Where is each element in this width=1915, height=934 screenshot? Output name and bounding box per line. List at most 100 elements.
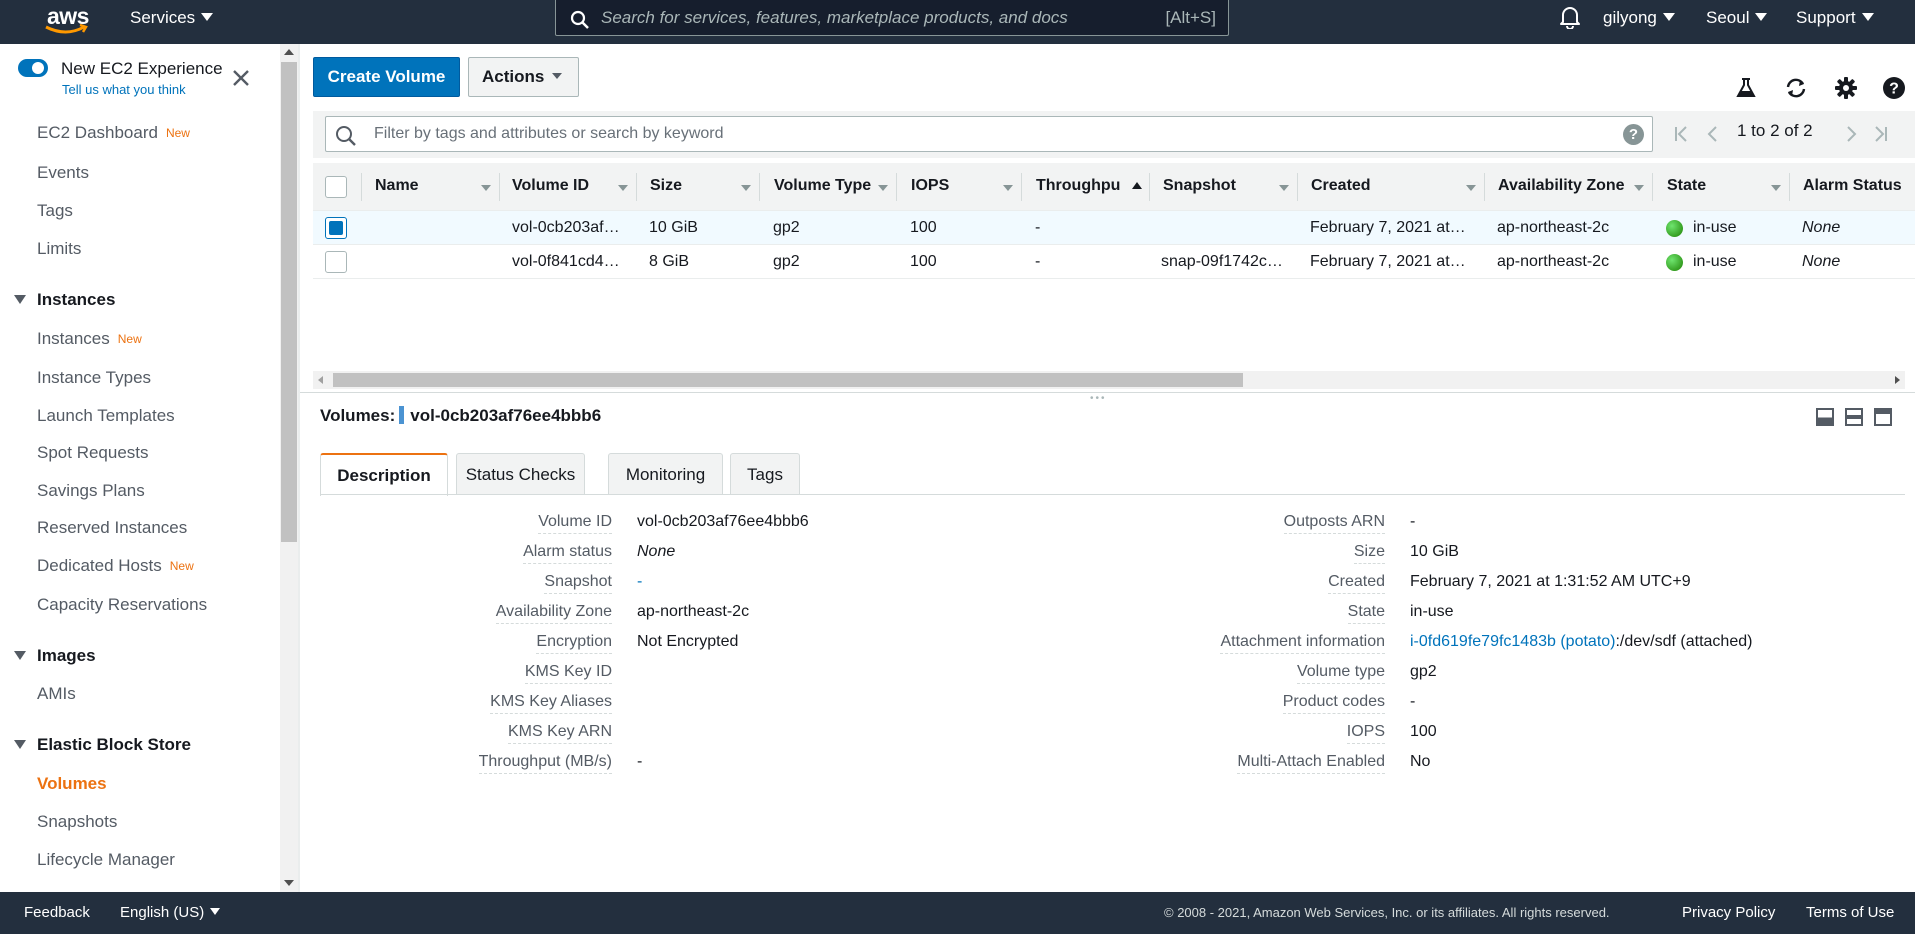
scroll-left-icon[interactable] xyxy=(318,376,323,384)
sort-ascending-icon[interactable] xyxy=(1132,182,1142,189)
sidebar-item-dedicated-hosts[interactable]: Dedicated Hosts New xyxy=(37,556,194,576)
column-header-volume-id[interactable]: Volume ID xyxy=(512,177,612,195)
field-label: State xyxy=(1347,603,1385,624)
column-header-created[interactable]: Created xyxy=(1311,177,1431,195)
column-header-volume-type[interactable]: Volume Type xyxy=(774,177,879,195)
sidebar-item-capacity-reservations[interactable]: Capacity Reservations xyxy=(37,595,207,615)
instance-link[interactable]: i-0fd619fe79fc1483b (potato) xyxy=(1410,633,1615,650)
select-all-checkbox[interactable] xyxy=(325,176,347,198)
next-page-icon[interactable] xyxy=(1840,123,1862,145)
sidebar-item-amis[interactable]: AMIs xyxy=(37,684,76,704)
pane-size-large-icon[interactable] xyxy=(1874,408,1892,426)
first-page-icon[interactable] xyxy=(1671,123,1693,145)
feedback-button[interactable]: Feedback xyxy=(24,904,90,921)
sort-caret-icon[interactable] xyxy=(1003,185,1013,191)
detail-volume-id: vol-0cb203af76ee4bbb6 xyxy=(410,406,602,425)
sort-caret-icon[interactable] xyxy=(878,185,888,191)
cell-size: 10 GiB xyxy=(649,219,698,236)
sidebar-item-savings-plans[interactable]: Savings Plans xyxy=(37,481,145,501)
help-icon[interactable]: ? xyxy=(1882,76,1906,100)
tab-description[interactable]: Description xyxy=(320,453,448,496)
column-header-alarm-status[interactable]: Alarm Status xyxy=(1803,177,1913,195)
sidebar-item-snapshots[interactable]: Snapshots xyxy=(37,812,117,832)
actions-button[interactable]: Actions xyxy=(468,57,579,97)
scrollbar-thumb[interactable] xyxy=(333,373,1243,387)
splitter-handle-icon[interactable]: ••• xyxy=(1090,393,1107,404)
filter-help-icon[interactable]: ? xyxy=(1623,124,1644,145)
sidebar-section-images[interactable]: Images xyxy=(14,646,96,666)
beaker-icon[interactable] xyxy=(1734,76,1758,100)
privacy-policy-link[interactable]: Privacy Policy xyxy=(1682,904,1775,921)
scrollbar-thumb[interactable] xyxy=(281,62,297,542)
close-icon[interactable] xyxy=(229,66,253,90)
field-value: Not Encrypted xyxy=(637,633,739,650)
column-divider xyxy=(1297,173,1298,201)
table-row[interactable]: vol-0f841cd4… 8 GiB gp2 100 - snap-09f17… xyxy=(313,245,1915,279)
row-checkbox[interactable] xyxy=(325,251,347,273)
sidebar-scrollbar[interactable] xyxy=(280,44,298,892)
sidebar-item-reserved-instances[interactable]: Reserved Instances xyxy=(37,518,187,538)
pane-splitter[interactable] xyxy=(300,392,1915,393)
scroll-right-icon[interactable] xyxy=(1895,376,1900,384)
sort-caret-icon[interactable] xyxy=(1634,185,1644,191)
sidebar-divider xyxy=(298,44,300,892)
chevron-down-icon xyxy=(1861,13,1874,21)
sidebar-item-launch-templates[interactable]: Launch Templates xyxy=(37,406,175,426)
column-header-throughput[interactable]: Throughput xyxy=(1036,177,1120,195)
filter-search-input[interactable]: Filter by tags and attributes or search … xyxy=(325,116,1653,152)
new-experience-toggle[interactable] xyxy=(18,59,48,77)
sort-caret-icon[interactable] xyxy=(618,185,628,191)
previous-page-icon[interactable] xyxy=(1702,123,1724,145)
feedback-link[interactable]: Tell us what you think xyxy=(62,82,186,97)
tab-monitoring[interactable]: Monitoring xyxy=(608,453,723,495)
sidebar-section-elastic-block-store[interactable]: Elastic Block Store xyxy=(14,735,191,755)
table-horizontal-scrollbar[interactable] xyxy=(313,371,1905,389)
sidebar-item-volumes[interactable]: Volumes xyxy=(37,774,107,794)
notifications-bell[interactable] xyxy=(1559,5,1581,49)
sidebar-item-events[interactable]: Events xyxy=(37,163,89,183)
sort-caret-icon[interactable] xyxy=(741,185,751,191)
sidebar-item-tags[interactable]: Tags xyxy=(37,201,73,221)
account-menu[interactable]: gilyong xyxy=(1603,0,1675,44)
region-selector[interactable]: Seoul xyxy=(1706,0,1768,44)
terms-of-use-link[interactable]: Terms of Use xyxy=(1806,904,1894,921)
field-label: IOPS xyxy=(1346,723,1385,744)
column-header-size[interactable]: Size xyxy=(650,177,730,195)
support-menu[interactable]: Support xyxy=(1796,0,1874,44)
snapshot-link[interactable]: - xyxy=(637,573,642,591)
tab-status-checks[interactable]: Status Checks xyxy=(456,453,585,495)
sidebar-item-instances[interactable]: Instances New xyxy=(37,329,142,349)
refresh-icon[interactable] xyxy=(1784,76,1808,100)
services-menu[interactable]: Services xyxy=(130,0,214,44)
sidebar-item-lifecycle-manager[interactable]: Lifecycle Manager xyxy=(37,850,175,870)
column-divider xyxy=(1021,173,1022,201)
table-row[interactable]: vol-0cb203af… 10 GiB gp2 100 - February … xyxy=(313,211,1915,245)
column-header-state[interactable]: State xyxy=(1667,177,1747,195)
scroll-down-icon[interactable] xyxy=(284,880,294,886)
global-search-input[interactable]: Search for services, features, marketpla… xyxy=(555,0,1229,36)
aws-logo[interactable]: aws xyxy=(44,2,90,40)
column-header-snapshot[interactable]: Snapshot xyxy=(1163,177,1263,195)
column-header-availability-zone[interactable]: Availability Zone xyxy=(1498,177,1628,195)
sidebar-section-instances[interactable]: Instances xyxy=(14,290,115,310)
pane-size-medium-icon[interactable] xyxy=(1845,408,1863,426)
sidebar-item-ec2-dashboard[interactable]: EC2 Dashboard New xyxy=(37,123,190,143)
sidebar-item-instance-types[interactable]: Instance Types xyxy=(37,368,151,388)
last-page-icon[interactable] xyxy=(1869,123,1891,145)
field-label: Created xyxy=(1328,573,1385,594)
column-header-iops[interactable]: IOPS xyxy=(911,177,991,195)
sidebar-item-spot-requests[interactable]: Spot Requests xyxy=(37,443,149,463)
create-volume-button[interactable]: Create Volume xyxy=(313,57,460,97)
sidebar-item-limits[interactable]: Limits xyxy=(37,239,81,259)
gear-icon[interactable] xyxy=(1834,76,1858,100)
sort-caret-icon[interactable] xyxy=(1279,185,1289,191)
column-header-name[interactable]: Name xyxy=(375,177,465,195)
tab-tags[interactable]: Tags xyxy=(730,453,800,495)
language-selector[interactable]: English (US) xyxy=(120,904,221,921)
row-checkbox[interactable] xyxy=(325,217,347,239)
sort-caret-icon[interactable] xyxy=(481,185,491,191)
pane-size-small-icon[interactable] xyxy=(1816,408,1834,426)
sort-caret-icon[interactable] xyxy=(1771,185,1781,191)
sort-caret-icon[interactable] xyxy=(1466,185,1476,191)
scroll-up-icon[interactable] xyxy=(284,49,294,55)
